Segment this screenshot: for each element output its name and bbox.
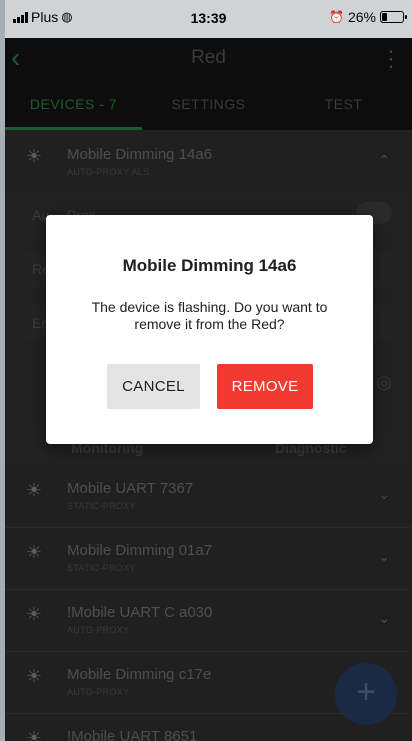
cancel-button[interactable]: CANCEL: [107, 364, 200, 409]
remove-button[interactable]: REMOVE: [217, 364, 313, 409]
dialog-title: Mobile Dimming 14a6: [122, 256, 297, 275]
remove-device-dialog: Mobile Dimming 14a6 The device is flashi…: [46, 215, 373, 444]
modal-overlay: Mobile Dimming 14a6 The device is flashi…: [0, 0, 412, 741]
dialog-message: The device is flashing. Do you want to r…: [91, 299, 328, 332]
